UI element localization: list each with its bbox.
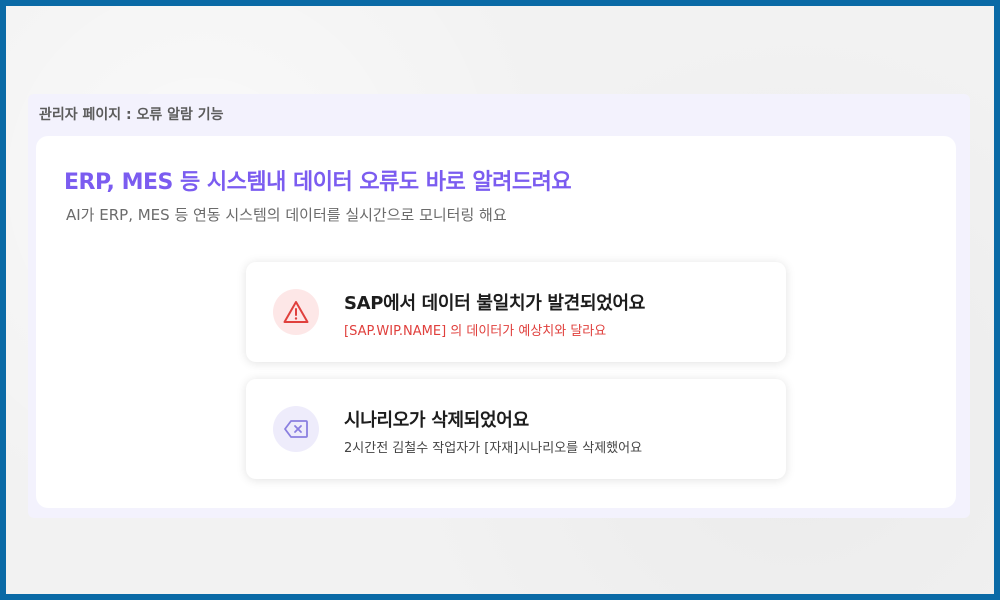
feature-subline: AI가 ERP, MES 등 연동 시스템의 데이터를 실시간으로 모니터링 해… [66, 206, 507, 224]
warning-triangle-icon [273, 289, 319, 335]
feature-headline: ERP, MES 등 시스템내 데이터 오류도 바로 알려드려요 [64, 170, 572, 195]
alert-card-scenario-deleted[interactable]: 시나리오가 삭제되었어요 2시간전 김철수 작업자가 [자재]시나리오를 삭제했… [246, 379, 786, 479]
alert-title: 시나리오가 삭제되었어요 [344, 410, 529, 431]
alert-description: 2시간전 김철수 작업자가 [자재]시나리오를 삭제했어요 [344, 441, 643, 456]
backspace-delete-icon [273, 406, 319, 452]
feature-card: ERP, MES 등 시스템내 데이터 오류도 바로 알려드려요 AI가 ERP… [36, 136, 956, 508]
alert-title: SAP에서 데이터 불일치가 발견되었어요 [344, 293, 645, 314]
alert-description: [SAP.WIP.NAME] 의 데이터가 예상치와 달라요 [344, 324, 607, 339]
screenshot-frame: 관리자 페이지 : 오류 알람 기능 ERP, MES 등 시스템내 데이터 오… [0, 0, 1000, 600]
panel-title: 관리자 페이지 : 오류 알람 기능 [39, 107, 224, 123]
alert-card-data-mismatch[interactable]: SAP에서 데이터 불일치가 발견되었어요 [SAP.WIP.NAME] 의 데… [246, 262, 786, 362]
admin-panel: 관리자 페이지 : 오류 알람 기능 ERP, MES 등 시스템내 데이터 오… [28, 94, 970, 518]
